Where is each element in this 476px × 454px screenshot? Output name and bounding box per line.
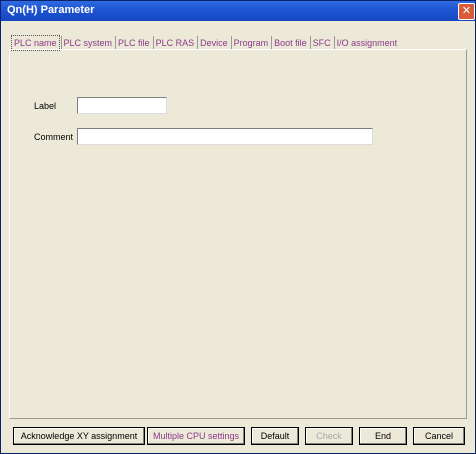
multiple-cpu-settings-button[interactable]: Multiple CPU settings xyxy=(147,427,245,445)
tab-device[interactable]: Device xyxy=(197,36,230,50)
check-button: Check xyxy=(305,427,353,445)
window-title: Qn(H) Parameter xyxy=(7,4,95,16)
tab-boot-file[interactable]: Boot file xyxy=(271,36,309,50)
default-button[interactable]: Default xyxy=(251,427,299,445)
tab-plc-file[interactable]: PLC file xyxy=(115,36,152,50)
parameter-window: Qn(H) Parameter ✕ PLC name PLC system PLC … xyxy=(0,0,476,454)
end-button[interactable]: End xyxy=(359,427,407,445)
tab-sfc[interactable]: SFC xyxy=(309,36,333,50)
comment-field[interactable] xyxy=(77,128,373,145)
close-icon[interactable]: ✕ xyxy=(458,3,475,20)
tab-plc-ras[interactable]: PLC RAS xyxy=(152,36,197,50)
tab-strip: PLC name PLC system PLC file PLC RAS Device P… xyxy=(11,35,400,51)
label-caption: Label xyxy=(34,101,57,111)
label-field[interactable] xyxy=(77,97,167,114)
tab-program[interactable]: Program xyxy=(230,36,271,50)
tab-io-assignment[interactable]: I/O assignment xyxy=(333,36,400,50)
cancel-button[interactable]: Cancel xyxy=(413,427,465,445)
acknowledge-xy-button[interactable]: Acknowledge XY assignment xyxy=(13,427,145,445)
tab-plc-system[interactable]: PLC system xyxy=(60,36,115,50)
comment-caption: Comment xyxy=(34,132,74,142)
title-bar[interactable]: Qn(H) Parameter ✕ xyxy=(1,1,475,21)
